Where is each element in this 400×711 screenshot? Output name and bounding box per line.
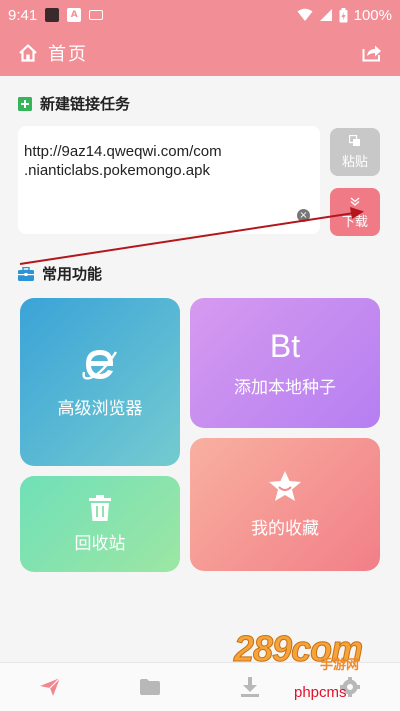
recycle-bin-card[interactable]: 回收站 xyxy=(20,476,180,572)
wifi-icon xyxy=(297,8,313,21)
torrent-label: 添加本地种子 xyxy=(234,378,336,398)
notification-icon xyxy=(45,8,60,22)
font-notification-icon: A xyxy=(67,8,82,22)
nav-files[interactable] xyxy=(130,667,170,707)
toolbox-icon xyxy=(18,266,34,281)
folder-icon xyxy=(140,679,160,695)
download-button[interactable]: 下载 xyxy=(330,188,380,236)
favorites-label: 我的收藏 xyxy=(251,519,319,539)
functions-heading: 常用功能 xyxy=(18,263,102,284)
download-icon xyxy=(241,677,259,697)
star-icon xyxy=(269,471,301,501)
watermark-site: phpcms xyxy=(294,684,347,701)
url-line-1: http://9az14.qweqwi.com/com xyxy=(24,143,222,160)
recycle-label: 回收站 xyxy=(74,533,126,554)
functions-title: 常用功能 xyxy=(42,265,103,283)
battery-icon xyxy=(339,7,348,22)
home-icon[interactable] xyxy=(18,43,38,63)
paste-label: 粘贴 xyxy=(341,154,368,170)
send-icon xyxy=(40,677,61,696)
advanced-browser-card[interactable]: 高级浏览器 xyxy=(20,298,180,466)
download-arrow-icon xyxy=(350,197,360,206)
browser-e-icon xyxy=(82,349,118,380)
new-task-heading: 新建链接任务 xyxy=(18,93,130,114)
nav-home[interactable] xyxy=(30,667,70,707)
share-icon[interactable] xyxy=(362,44,382,62)
watermark-logo: 289com 手游网 xyxy=(232,628,382,676)
status-time: 9:41 xyxy=(8,6,38,24)
bt-icon: Bt xyxy=(269,328,301,364)
battery-percent: 100% xyxy=(353,6,392,24)
page-title: 首页 xyxy=(48,44,88,65)
new-task-title: 新建链接任务 xyxy=(40,95,131,113)
url-text[interactable]: http://9az14.qweqwi.com/com .nianticlabs… xyxy=(24,142,314,180)
add-torrent-card[interactable]: Bt 添加本地种子 xyxy=(190,298,380,428)
url-line-2: .nianticlabs.pokemongo.apk xyxy=(24,162,210,179)
copy-icon xyxy=(349,134,360,146)
status-right: 100% xyxy=(297,7,392,24)
signal-icon xyxy=(319,9,332,21)
paste-button[interactable]: 粘贴 xyxy=(330,128,380,176)
favorites-card[interactable]: 我的收藏 xyxy=(190,438,380,571)
download-label: 下载 xyxy=(341,214,368,230)
clear-icon[interactable]: × xyxy=(297,209,310,222)
url-input[interactable]: http://9az14.qweqwi.com/com .nianticlabs… xyxy=(18,126,320,234)
add-icon xyxy=(18,96,32,111)
trash-icon xyxy=(89,494,111,521)
app-bar: 首页 xyxy=(0,30,400,76)
watermark-sub-text: 手游网 xyxy=(320,658,360,673)
browser-label: 高级浏览器 xyxy=(57,398,143,419)
keyboard-icon xyxy=(89,10,104,20)
status-bar: 9:41 A 100% xyxy=(0,0,400,30)
